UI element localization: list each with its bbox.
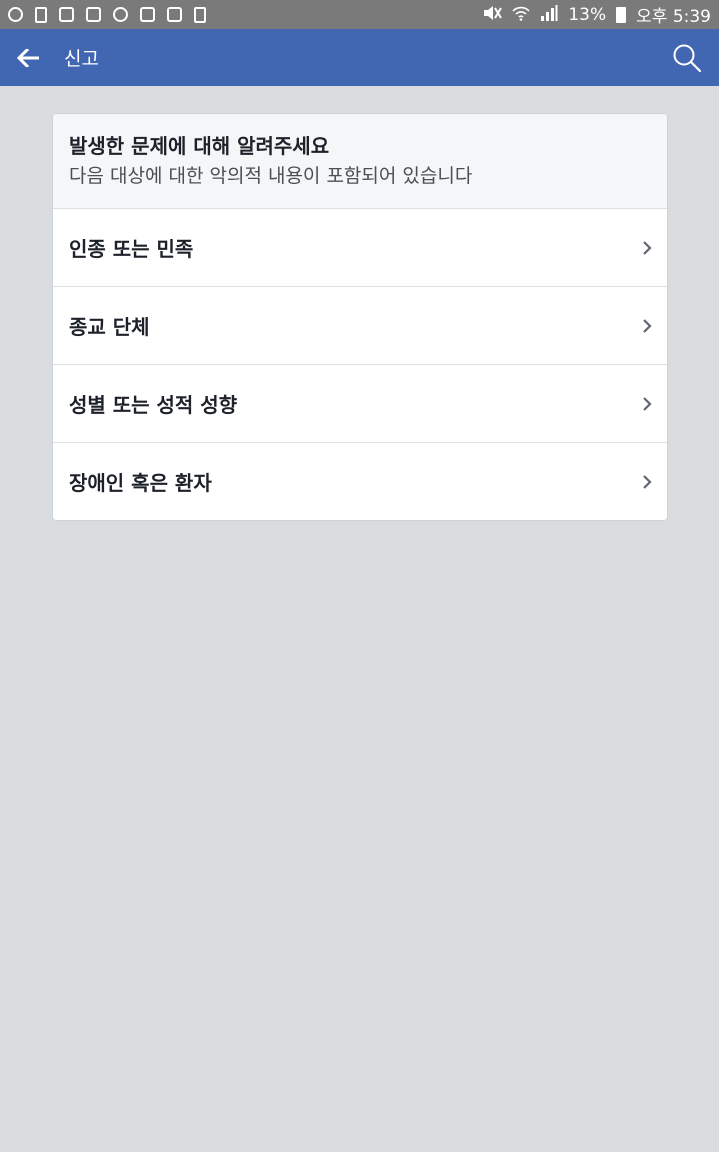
alert-icon (35, 6, 47, 23)
wifi-icon (512, 5, 530, 24)
option-gender-orientation[interactable]: 성별 또는 성적 성향 (53, 365, 667, 443)
app-bar: 신고 (0, 29, 719, 86)
option-race-ethnicity[interactable]: 인종 또는 민족 (53, 209, 667, 287)
status-bar: 13% 오후 5:39 (0, 0, 719, 29)
chevron-right-icon (641, 396, 653, 412)
instagram-icon (86, 7, 101, 22)
clock: 오후 5:39 (636, 7, 711, 27)
mute-icon (482, 5, 503, 24)
page-title: 신고 (64, 48, 99, 70)
battery-percent: 13% (568, 4, 607, 25)
signal-icon (540, 5, 558, 24)
chevron-right-icon (641, 474, 653, 490)
search-icon (673, 44, 702, 73)
card-subtitle: 다음 대상에 대한 악의적 내용이 포함되어 있습니다 (69, 165, 473, 187)
card-header: 발생한 문제에 대해 알려주세요 다음 대상에 대한 악의적 내용이 포함되어 … (53, 114, 667, 209)
option-label: 장애인 혹은 환자 (69, 471, 212, 495)
notification-icons (8, 6, 206, 23)
system-status: 13% 오후 5:39 (482, 2, 711, 27)
option-label: 종교 단체 (69, 315, 150, 339)
option-label: 성별 또는 성적 성향 (69, 393, 238, 417)
option-disability-illness[interactable]: 장애인 혹은 환자 (53, 443, 667, 520)
battery-icon (616, 6, 627, 23)
gallery-icon (59, 7, 74, 22)
back-button[interactable] (0, 29, 56, 86)
app-icon (8, 7, 23, 22)
card-title: 발생한 문제에 대해 알려주세요 (69, 134, 330, 158)
report-card: 발생한 문제에 대해 알려주세요 다음 대상에 대한 악의적 내용이 포함되어 … (52, 113, 668, 521)
instagram-icon (140, 7, 155, 22)
arrow-left-icon (17, 48, 39, 67)
option-label: 인종 또는 민족 (69, 237, 194, 261)
instagram-icon (167, 7, 182, 22)
search-button[interactable] (667, 38, 707, 78)
option-religious-group[interactable]: 종교 단체 (53, 287, 667, 365)
recycle-icon (194, 6, 206, 23)
chevron-right-icon (641, 240, 653, 256)
talk-icon (113, 7, 128, 22)
chevron-right-icon (641, 318, 653, 334)
